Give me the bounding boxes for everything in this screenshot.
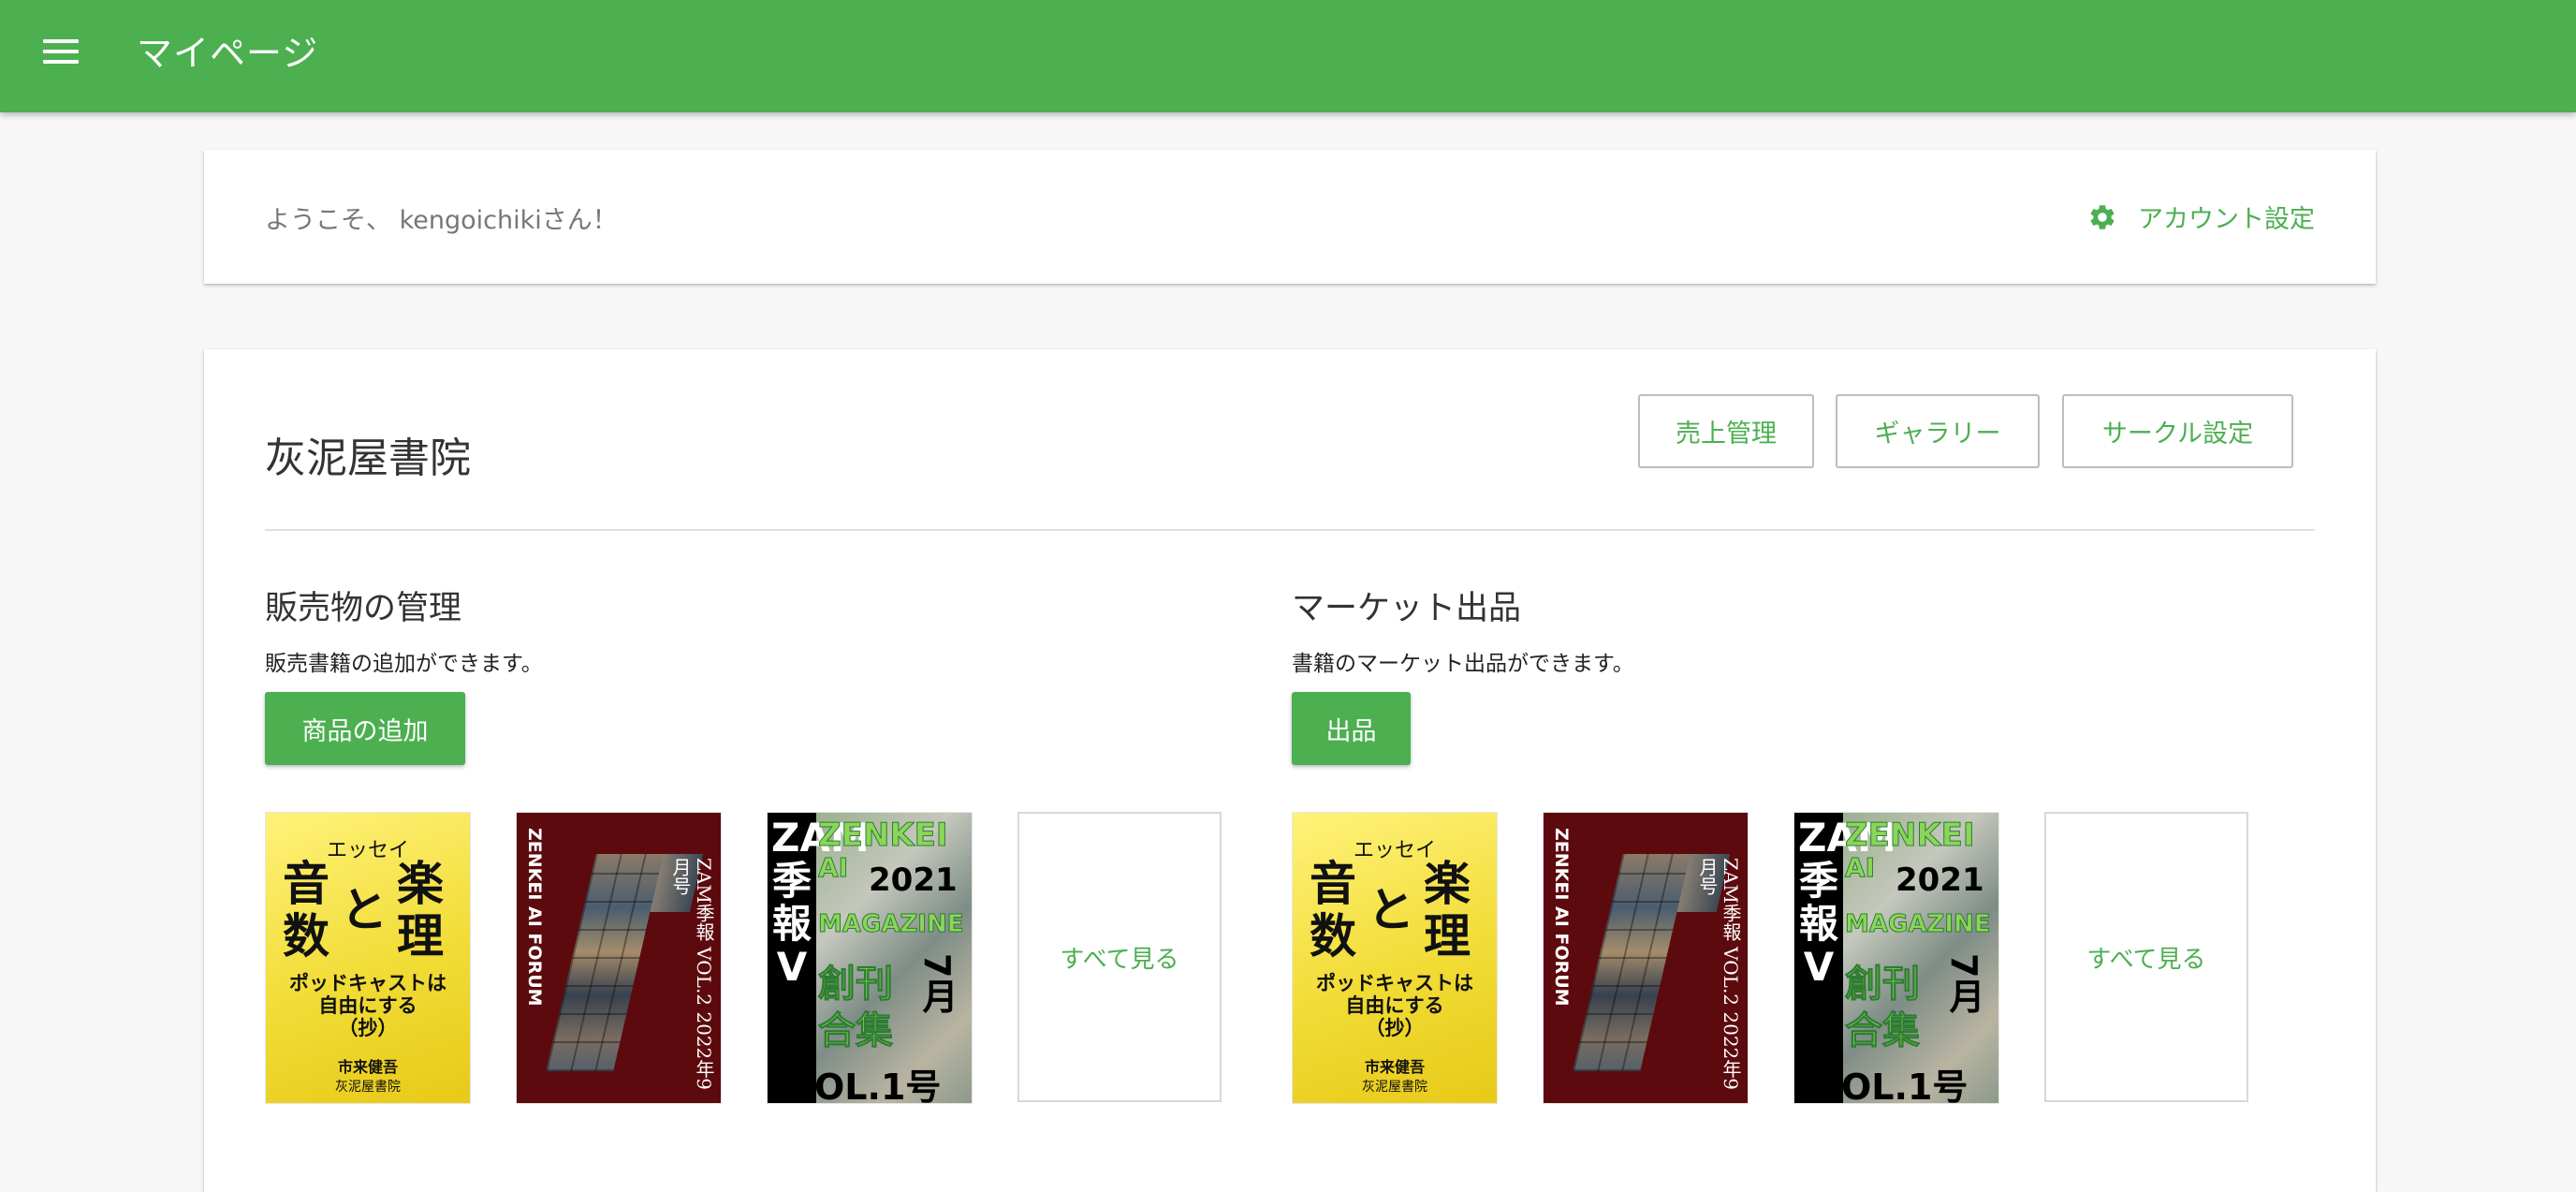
cover-text: 理 — [397, 908, 444, 964]
book-cover-zam-vol2[interactable]: ZENKEI AI FORUM ZAM季報 VOL.2 2022年9月号 — [516, 812, 722, 1104]
page-title: マイページ — [137, 33, 319, 74]
cover-text: 合集 — [1845, 1009, 1921, 1053]
cover-text: 数 — [1310, 908, 1356, 964]
cover-text: ZAM季報V — [771, 815, 870, 990]
cover-text: ZAM季報V — [1798, 815, 1896, 990]
menu-icon[interactable] — [43, 39, 79, 71]
list-on-market-button[interactable]: 出品 — [1292, 692, 1411, 765]
cover-text: OL.1号 — [814, 1067, 942, 1104]
market-section-title: マーケット出品 — [1292, 590, 1522, 627]
add-product-button[interactable]: 商品の追加 — [265, 692, 465, 765]
cover-text: AI — [817, 852, 849, 884]
gear-icon — [2090, 204, 2115, 229]
cover-text: 自由にする — [1345, 993, 1444, 1017]
cover-text: 楽 — [397, 856, 444, 911]
cover-text: MAGAZINE — [818, 910, 965, 939]
cover-text: 楽 — [1424, 856, 1471, 911]
cover-text: 音 — [283, 856, 329, 911]
cover-text: AI — [1844, 852, 1876, 884]
cover-text: と — [341, 882, 388, 937]
cover-text: 数 — [283, 908, 329, 964]
market-section-description: 書籍のマーケット出品ができます。 — [1292, 652, 1634, 676]
cover-text: ZENKEI AI FORUM — [524, 828, 545, 1007]
cover-text: と — [1368, 882, 1414, 937]
cover-publisher: 灰泥屋書院 — [1362, 1080, 1427, 1095]
welcome-card: ようこそ、 kengoichikiさん！ アカウント設定 — [204, 150, 2376, 284]
book-cover-zam-vol2[interactable]: ZENKEI AI FORUM ZAM季報 VOL.2 2022年9月号 — [1543, 812, 1749, 1104]
cover-text: 理 — [1424, 908, 1471, 964]
cover-art — [546, 854, 664, 1071]
products-see-all-button[interactable]: すべて見る — [1017, 812, 1222, 1102]
cover-text: ZENKEI — [1845, 817, 1976, 855]
book-cover-zam-vol1[interactable]: ZAM季報V ZENKEI AI 2021 MAGAZINE 創刊 7月 合集 … — [767, 812, 973, 1104]
cover-text: ポッドキャストは — [1316, 971, 1473, 994]
cover-author: 市来健吾 — [1364, 1058, 1425, 1076]
cover-text: 自由にする — [318, 993, 417, 1017]
sales-management-button[interactable]: 売上管理 — [1638, 394, 1814, 468]
account-settings-link[interactable]: アカウント設定 — [2087, 199, 2315, 235]
cover-text: ZENKEI — [818, 817, 949, 855]
cover-text: 音 — [1310, 856, 1356, 911]
cover-text: 2021 — [1895, 861, 1984, 899]
cover-text: 合集 — [818, 1009, 894, 1053]
cover-subtitle: ポッドキャストは 自由にする （抄） — [1293, 972, 1497, 1039]
circle-card: 灰泥屋書院 売上管理 ギャラリー サークル設定 販売物の管理 販売書籍の追加がで… — [204, 349, 2376, 1192]
products-section-title: 販売物の管理 — [265, 590, 462, 627]
cover-author: 市来健吾 — [337, 1058, 398, 1076]
market-see-all-button[interactable]: すべて見る — [2044, 812, 2248, 1102]
book-cover-zam-vol1[interactable]: ZAM季報V ZENKEI AI 2021 MAGAZINE 創刊 7月 合集 … — [1793, 812, 1999, 1104]
cover-text: OL.1号 — [1841, 1067, 1969, 1104]
cover-text: ZAM季報 VOL.2 2022年9月号 — [1696, 858, 1742, 1091]
book-cover-essay[interactable]: エッセイ 音 楽 と 数 理 ポッドキャストは 自由にする （抄） 市来健吾 灰… — [1292, 812, 1498, 1104]
cover-text: ポッドキャストは — [289, 971, 446, 994]
cover-text: ZENKEI AI FORUM — [1551, 828, 1572, 1007]
account-settings-label: アカウント設定 — [2138, 205, 2315, 234]
cover-text: 7月 — [916, 953, 958, 1014]
cover-subtitle: ポッドキャストは 自由にする （抄） — [266, 972, 470, 1039]
welcome-message: ようこそ、 kengoichikiさん！ — [265, 206, 618, 235]
cover-text: MAGAZINE — [1845, 910, 1992, 939]
circle-name: 灰泥屋書院 — [265, 434, 471, 482]
products-section-description: 販売書籍の追加ができます。 — [265, 652, 543, 676]
app-bar: マイページ — [0, 0, 2576, 112]
cover-text: （抄） — [338, 1016, 398, 1039]
cover-publisher: 灰泥屋書院 — [335, 1080, 401, 1095]
cover-text: （抄） — [1365, 1016, 1425, 1039]
cover-text: ZAM季報 VOL.2 2022年9月号 — [669, 858, 715, 1091]
divider — [265, 529, 2315, 531]
book-cover-essay[interactable]: エッセイ 音 楽 と 数 理 ポッドキャストは 自由にする （抄） 市来健吾 灰… — [265, 812, 471, 1104]
gallery-button[interactable]: ギャラリー — [1836, 394, 2040, 468]
cover-text: 2021 — [869, 861, 958, 899]
circle-settings-button[interactable]: サークル設定 — [2062, 394, 2293, 468]
cover-art — [1573, 854, 1690, 1071]
cover-text: 7月 — [1943, 953, 1984, 1014]
